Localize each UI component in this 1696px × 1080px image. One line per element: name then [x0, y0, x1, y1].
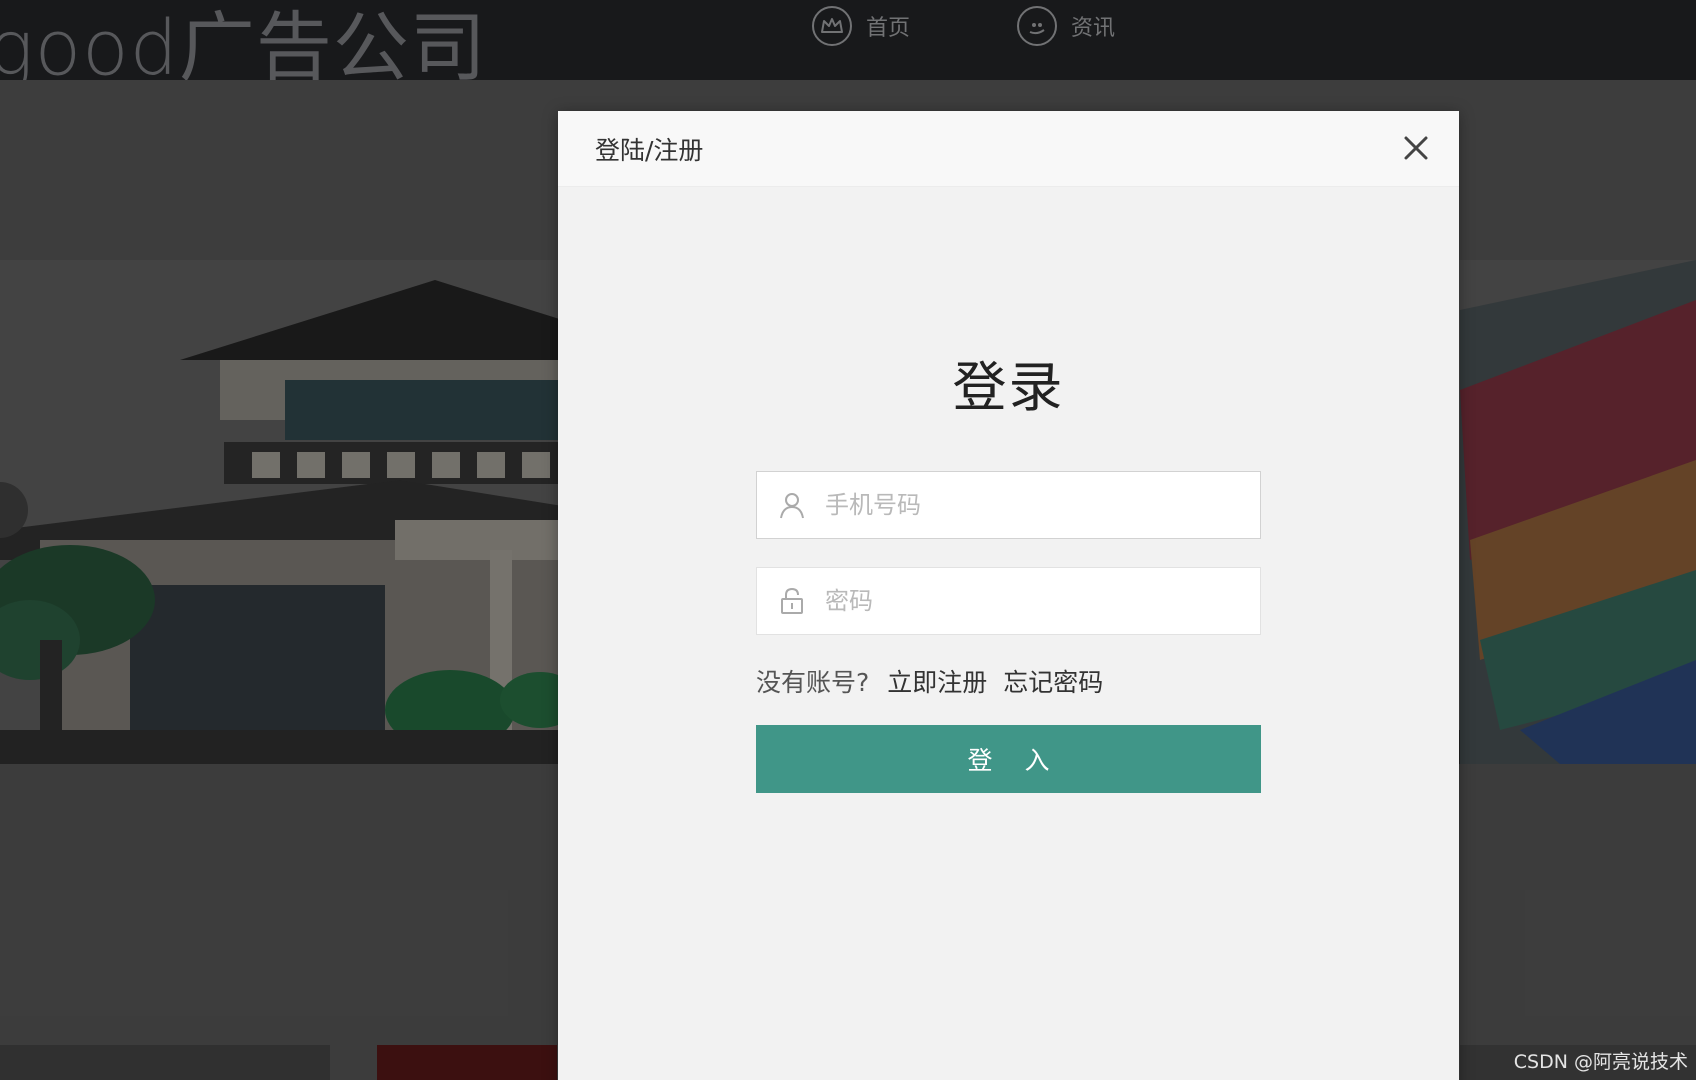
- lock-icon: [777, 586, 807, 616]
- close-icon: [1404, 136, 1428, 160]
- close-button[interactable]: [1401, 133, 1431, 163]
- dialog-title: 登陆/注册: [595, 136, 704, 165]
- auth-links: 没有账号? 立即注册 忘记密码: [756, 663, 1119, 699]
- page: good广告公司 首页 资讯 登陆/注册 登录 手机号码 没有账号? 立即注册 …: [0, 0, 1696, 1080]
- phone-field[interactable]: [756, 471, 1261, 539]
- watermark: CSDN @阿亮说技术: [1513, 1051, 1688, 1073]
- phone-input[interactable]: [825, 475, 1245, 535]
- login-dialog: 登陆/注册 登录 手机号码 没有账号? 立即注册 忘记密码 登 入: [558, 111, 1459, 1080]
- forgot-password-link[interactable]: 忘记密码: [1003, 663, 1103, 699]
- login-heading: 登录: [952, 356, 1065, 419]
- login-button[interactable]: 登 入: [756, 725, 1261, 793]
- no-account-text: 没有账号?: [756, 668, 870, 697]
- password-field[interactable]: [756, 567, 1261, 635]
- register-link[interactable]: 立即注册: [887, 663, 987, 699]
- password-input[interactable]: [825, 571, 1245, 631]
- dialog-header: 登陆/注册: [558, 111, 1459, 187]
- user-icon: [777, 490, 807, 520]
